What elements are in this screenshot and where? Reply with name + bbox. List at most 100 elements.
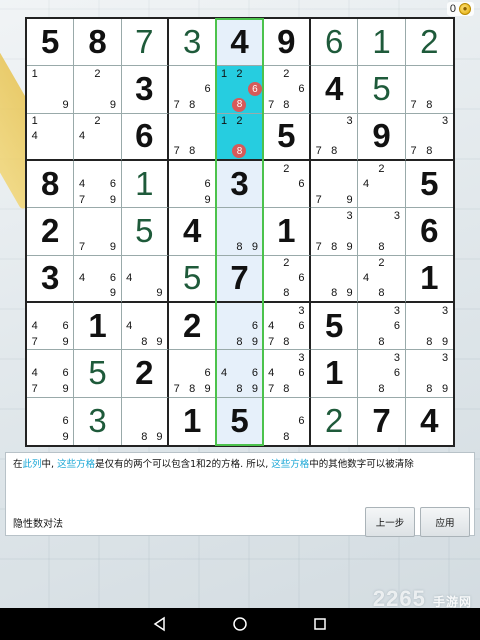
cell-r8c7[interactable]: 1 <box>311 350 359 398</box>
cell-r1c7[interactable]: 6 <box>311 19 359 67</box>
cell-r9c7[interactable]: 2 <box>311 397 359 445</box>
cell-r5c9[interactable]: 6 <box>405 208 453 256</box>
cell-r6c6[interactable]: 268 <box>263 255 311 303</box>
cell-r1c8[interactable]: 1 <box>358 19 406 67</box>
cell-r8c2[interactable]: 5 <box>74 350 122 398</box>
candidate-8: 8 <box>283 382 290 395</box>
candidate-7: 7 <box>31 335 38 348</box>
pencil-marks: 6 789 <box>169 350 215 396</box>
cell-r1c3[interactable]: 7 <box>121 19 169 67</box>
cell-r6c3[interactable]: 49 <box>121 255 169 303</box>
cell-r2c9[interactable]: 78 <box>405 66 453 114</box>
cell-r4c1[interactable]: 8 <box>27 161 75 209</box>
cell-r8c3[interactable]: 2 <box>121 350 169 398</box>
cell-r5c2[interactable]: 79 <box>74 208 122 256</box>
cell-r6c7[interactable]: 89 <box>311 255 359 303</box>
cell-r7c8[interactable]: 3 68 <box>358 303 406 351</box>
entered-digit: 2 <box>324 402 344 440</box>
cell-r9c1[interactable]: 69 <box>27 397 75 445</box>
cell-r1c2[interactable]: 8 <box>74 19 122 67</box>
entered-digit: 5 <box>88 354 107 392</box>
cell-r8c6[interactable]: 3 4 6 78 <box>263 350 311 398</box>
cell-r7c2[interactable]: 1 <box>74 303 122 351</box>
cell-r4c6[interactable]: 26 <box>263 161 311 209</box>
given-digit: 7 <box>230 259 249 297</box>
pencil-marks: 1268 <box>216 66 262 112</box>
candidate-7: 7 <box>173 382 180 395</box>
cell-r4c2[interactable]: 4 6 7 9 <box>74 161 122 209</box>
cell-r4c7[interactable]: 79 <box>311 161 359 209</box>
apply-button[interactable]: 应用 <box>420 507 470 537</box>
cell-r2c7[interactable]: 4 <box>311 66 359 114</box>
given-digit: 3 <box>40 259 60 297</box>
cell-r2c4[interactable]: 6 78 <box>169 66 217 114</box>
cell-r2c8[interactable]: 5 <box>358 66 406 114</box>
cell-r9c9[interactable]: 4 <box>406 398 453 445</box>
previous-step-button[interactable]: 上一步 <box>365 507 415 537</box>
cell-r1c4[interactable]: 3 <box>169 19 217 67</box>
coin-counter[interactable]: 0 ● <box>446 2 474 16</box>
pencil-marks: 4 6 7 9 <box>27 350 73 396</box>
cell-r8c9[interactable]: 3 89 <box>405 350 453 398</box>
cell-r3c4[interactable]: 78 <box>169 113 217 161</box>
cell-r4c5[interactable]: 3 <box>216 161 264 209</box>
cell-r5c7[interactable]: 3 789 <box>311 208 359 256</box>
cell-r9c8[interactable]: 7 <box>358 397 406 445</box>
cell-r8c5[interactable]: 4 689 <box>216 350 264 398</box>
cell-r4c9[interactable]: 5 <box>405 161 453 209</box>
cell-r2c5[interactable]: 1268 <box>216 66 264 114</box>
cell-r8c1[interactable]: 4 6 7 9 <box>27 350 75 398</box>
candidate-8: 8 <box>236 240 243 253</box>
cell-r6c9[interactable]: 1 <box>405 256 453 303</box>
cell-r9c5[interactable]: 5 <box>216 397 264 445</box>
cell-r5c6[interactable]: 1 <box>263 208 311 256</box>
cell-r7c1[interactable]: 4 6 7 9 <box>27 303 75 351</box>
cell-r5c5[interactable]: 89 <box>216 208 264 256</box>
recents-icon[interactable] <box>312 616 328 632</box>
cell-r6c8[interactable]: 248 <box>358 255 406 303</box>
cell-r2c6[interactable]: 26 78 <box>263 66 311 114</box>
pencil-marks: 79 <box>311 161 357 207</box>
cell-r5c8[interactable]: 38 <box>358 208 406 256</box>
cell-r3c2[interactable]: 24 <box>74 113 122 161</box>
cell-r6c5[interactable]: 7 <box>216 255 264 303</box>
cell-r5c1[interactable]: 2 <box>27 208 75 256</box>
cell-r9c3[interactable]: 89 <box>122 397 169 445</box>
cell-r9c4[interactable]: 1 <box>169 397 217 445</box>
cell-r7c5[interactable]: 689 <box>216 303 264 351</box>
cell-r3c1[interactable]: 14 <box>27 113 75 161</box>
cell-r4c3[interactable]: 1 <box>121 161 169 209</box>
cell-r4c4[interactable]: 69 <box>169 161 217 209</box>
cell-r6c1[interactable]: 3 <box>27 255 75 303</box>
pencil-marks: 3 4 6 78 <box>264 303 309 349</box>
cell-r7c6[interactable]: 3 4 6 78 <box>263 303 311 351</box>
cell-r9c6[interactable]: 68 <box>264 397 311 445</box>
cell-r1c6[interactable]: 9 <box>263 19 311 67</box>
cell-r8c4[interactable]: 6 789 <box>169 350 217 398</box>
home-icon[interactable] <box>232 616 248 632</box>
cell-r3c8[interactable]: 9 <box>358 113 406 161</box>
cell-r3c6[interactable]: 5 <box>263 113 311 161</box>
cell-r5c4[interactable]: 4 <box>169 208 217 256</box>
cell-r7c7[interactable]: 5 <box>311 303 359 351</box>
cell-r6c2[interactable]: 4 6 9 <box>74 255 122 303</box>
cell-r7c3[interactable]: 489 <box>121 303 169 351</box>
cell-r7c9[interactable]: 3 89 <box>405 303 453 351</box>
cell-r3c3[interactable]: 6 <box>121 113 169 161</box>
cell-r2c2[interactable]: 29 <box>74 66 122 114</box>
cell-r2c3[interactable]: 3 <box>121 66 169 114</box>
cell-r3c9[interactable]: 3 78 <box>405 114 453 161</box>
cell-r2c1[interactable]: 19 <box>27 66 75 114</box>
cell-r1c5[interactable]: 4 <box>216 19 264 67</box>
cell-r4c8[interactable]: 24 <box>358 161 406 209</box>
cell-r3c7[interactable]: 3 78 <box>311 113 359 161</box>
cell-r1c1[interactable]: 5 <box>27 19 75 67</box>
back-icon[interactable] <box>152 616 168 632</box>
cell-r1c9[interactable]: 2 <box>405 19 453 67</box>
cell-r9c2[interactable]: 3 <box>74 397 122 445</box>
cell-r3c5[interactable]: 12 8 <box>216 113 264 161</box>
cell-r7c4[interactable]: 2 <box>169 303 217 351</box>
cell-r6c4[interactable]: 5 <box>169 255 217 303</box>
cell-r5c3[interactable]: 5 <box>121 208 169 256</box>
cell-r8c8[interactable]: 3 68 <box>358 350 406 398</box>
